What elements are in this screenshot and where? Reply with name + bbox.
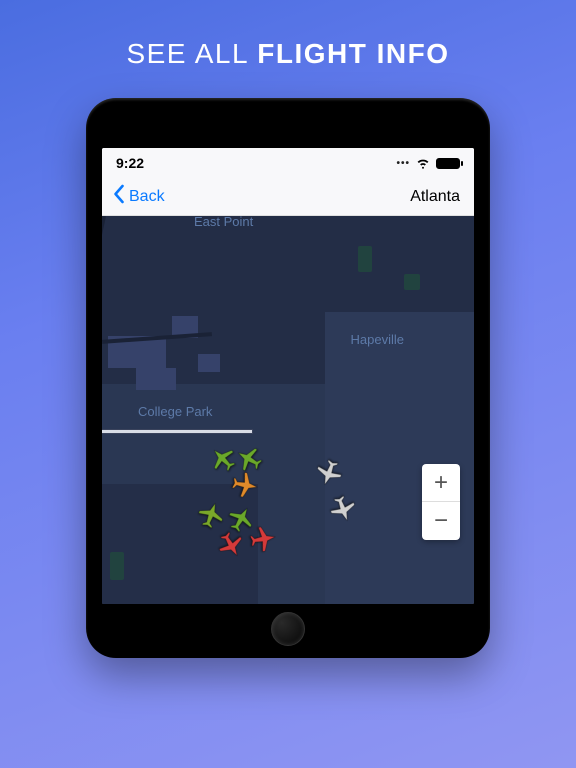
app-screen: 9:22 ••• Back Atlanta <box>102 148 474 604</box>
tablet-frame: 9:22 ••• Back Atlanta <box>86 98 490 658</box>
headline-bold: FLIGHT INFO <box>257 38 449 69</box>
map-park <box>404 274 420 290</box>
map-region <box>325 312 474 604</box>
headline: SEE ALL FLIGHT INFO <box>126 38 449 70</box>
chevron-left-icon <box>112 184 125 209</box>
nav-bar: Back Atlanta <box>102 178 474 216</box>
map-park <box>358 246 372 272</box>
page-title: Atlanta <box>410 188 464 206</box>
map-park <box>110 552 124 580</box>
back-label: Back <box>129 188 165 206</box>
battery-icon <box>436 158 460 169</box>
flight-map[interactable]: East Point Hapeville College Park + − <box>102 216 474 604</box>
status-time: 9:22 <box>116 155 144 171</box>
wifi-icon <box>416 156 430 170</box>
cellular-icon: ••• <box>396 158 410 169</box>
map-block <box>136 368 176 390</box>
map-block <box>198 354 220 372</box>
home-button-icon <box>271 612 305 646</box>
runway-line <box>102 430 252 433</box>
status-bar: 9:22 ••• <box>102 148 474 178</box>
headline-light: SEE ALL <box>126 38 257 69</box>
back-button[interactable]: Back <box>112 184 165 209</box>
zoom-out-button[interactable]: − <box>422 502 460 540</box>
status-right: ••• <box>396 156 460 170</box>
aircraft-icon[interactable] <box>230 470 260 500</box>
aircraft-icon[interactable] <box>248 524 278 554</box>
zoom-control: + − <box>422 464 460 540</box>
promo-background: SEE ALL FLIGHT INFO 9:22 ••• <box>0 0 576 768</box>
zoom-in-button[interactable]: + <box>422 464 460 502</box>
